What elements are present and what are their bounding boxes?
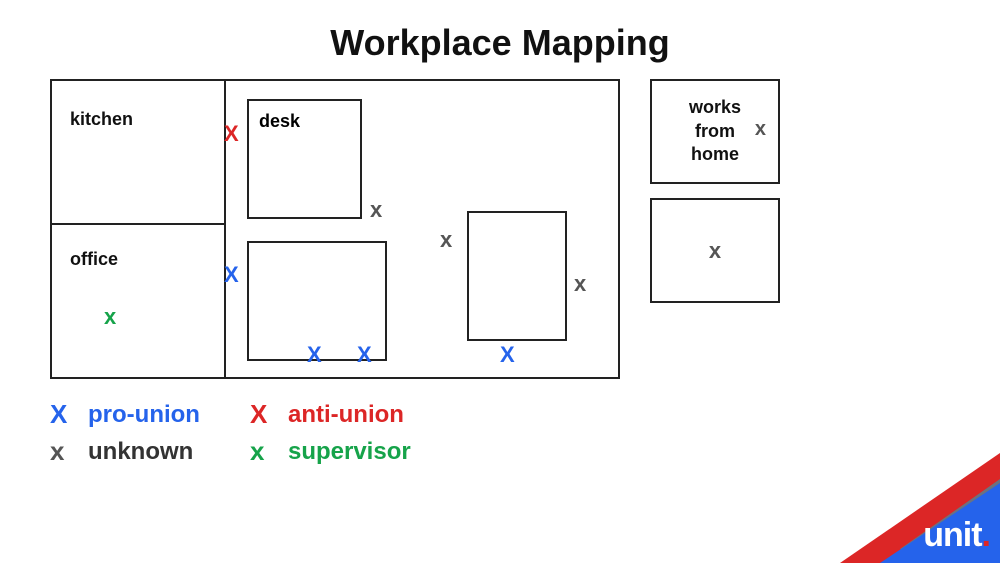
desk-box: desk [247, 99, 362, 219]
marker-unknown-3: x [574, 273, 586, 295]
marker-pro-union-4: X [500, 344, 515, 366]
floorplan: kitchen office desk X x X x x x X X X [50, 79, 620, 379]
legend-green-x: x [250, 436, 278, 467]
legend-col-1: X pro-union x unknown [50, 399, 200, 467]
legend-unknown-label: unknown [88, 438, 193, 466]
second-side-box: x [650, 198, 780, 303]
marker-wfh: x [755, 119, 766, 139]
legend-pro-union-label: pro-union [88, 401, 200, 429]
marker-pro-union-1: X [224, 264, 239, 286]
works-from-home-label: worksfromhome [681, 88, 749, 174]
legend-gray-x: x [50, 436, 78, 467]
marker-pro-union-2: X [307, 344, 322, 366]
marker-pro-union-3: X [357, 344, 372, 366]
right-boxes: worksfromhome x x [650, 79, 780, 379]
marker-unknown-1: x [370, 199, 382, 221]
marker-anti-union-1: X [224, 123, 239, 145]
marker-supervisor-1: x [104, 306, 116, 328]
legend-anti-union-label: anti-union [288, 401, 404, 429]
room-kitchen: kitchen [70, 109, 133, 130]
page-title: Workplace Mapping [0, 0, 1000, 64]
room-office: office [70, 249, 118, 270]
horizontal-divider [52, 223, 226, 225]
corner-logo: unit. [840, 453, 1000, 563]
legend-col-2: X anti-union x supervisor [250, 399, 411, 467]
legend-unknown: x unknown [50, 436, 200, 467]
legend-red-x: X [250, 399, 278, 430]
legend-pro-union: X pro-union [50, 399, 200, 430]
marker-unknown-2: x [440, 229, 452, 251]
legend-supervisor-label: supervisor [288, 438, 411, 466]
medium-table-box [467, 211, 567, 341]
main-content: kitchen office desk X x X x x x X X X [0, 69, 1000, 389]
marker-second-box: x [709, 240, 721, 262]
legend-anti-union: X anti-union [250, 399, 411, 430]
works-from-home-box: worksfromhome x [650, 79, 780, 184]
unit-dot: . [982, 516, 990, 554]
unit-logo-text: unit. [923, 516, 990, 555]
legend-supervisor: x supervisor [250, 436, 411, 467]
desk-label: desk [259, 111, 300, 132]
legend-blue-x: X [50, 399, 78, 430]
